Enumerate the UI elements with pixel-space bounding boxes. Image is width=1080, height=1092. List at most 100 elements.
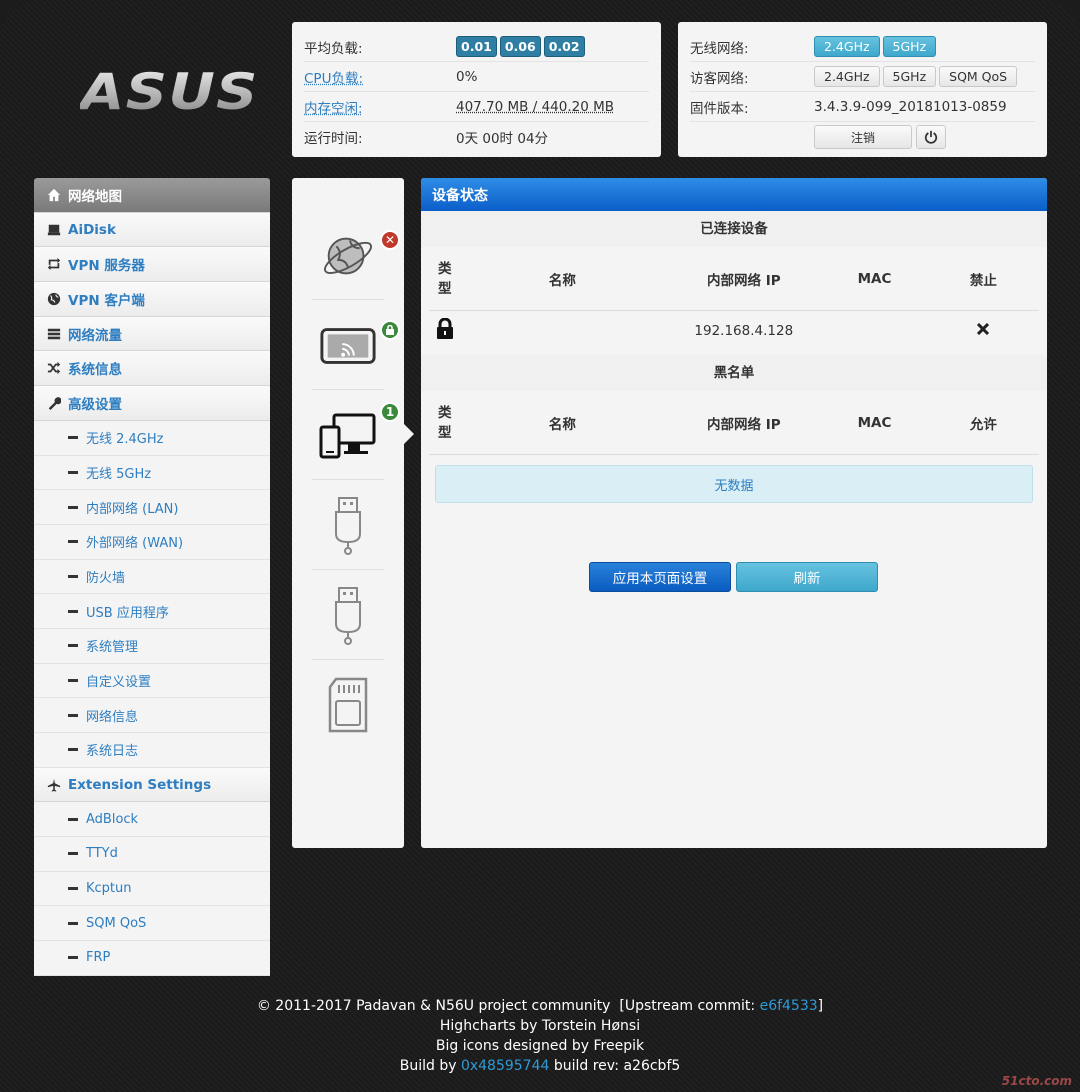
usb1-status-cell[interactable] bbox=[312, 482, 384, 570]
guest-label: 访客网络: bbox=[690, 70, 749, 87]
lock-badge-icon bbox=[380, 320, 400, 340]
sidebar-sub-sqm-qos[interactable]: SQM QoS bbox=[34, 906, 270, 942]
sidebar-sub-usb-apps[interactable]: USB 应用程序 bbox=[34, 594, 270, 629]
guest-24ghz-button[interactable]: 2.4GHz bbox=[814, 66, 880, 87]
sidebar-item-aidisk[interactable]: AiDisk bbox=[34, 212, 270, 248]
sidebar-item-network-map[interactable]: 网络地图 bbox=[34, 178, 270, 213]
sidebar-item-label: 网络地图 bbox=[68, 188, 122, 205]
device-ip: 192.168.4.128 bbox=[694, 323, 794, 339]
sub-label: 防火墙 bbox=[86, 570, 126, 586]
uptime-row: 运行时间: 0天 00时 04分 bbox=[304, 122, 649, 152]
column-ban: 禁止 bbox=[969, 272, 997, 289]
upstream-text: [Upstream commit: bbox=[619, 998, 760, 1014]
sidebar-sub-lan[interactable]: 内部网络 (LAN) bbox=[34, 490, 270, 525]
column-ip: 内部网络 IP bbox=[707, 416, 781, 433]
sidebar-item-label: 网络流量 bbox=[68, 327, 122, 344]
sidebar-sub-wireless-5[interactable]: 无线 5GHz bbox=[34, 455, 270, 491]
dash-icon bbox=[68, 713, 78, 717]
firmware-label: 固件版本: bbox=[690, 100, 749, 117]
footer-line-highcharts: Highcharts by Torstein Hønsi bbox=[439, 1018, 641, 1034]
sidebar-sub-firewall[interactable]: 防火墙 bbox=[34, 559, 270, 595]
column-type: 类型 bbox=[429, 403, 458, 443]
usb2-status-cell[interactable] bbox=[312, 572, 384, 660]
dash-icon bbox=[68, 817, 78, 821]
column-ip: 内部网络 IP bbox=[707, 272, 781, 289]
apply-settings-button[interactable]: 应用本页面设置 bbox=[589, 562, 731, 592]
sidebar-item-extension-settings[interactable]: Extension Settings bbox=[34, 767, 270, 803]
sidebar-item-traffic[interactable]: 网络流量 bbox=[34, 316, 270, 352]
watermark: 51cto.com bbox=[1001, 1074, 1072, 1088]
dash-icon bbox=[68, 574, 78, 578]
storage-icon bbox=[46, 326, 62, 342]
firmware-version-link[interactable]: 3.4.3.9-099_20181013-0859 bbox=[814, 99, 1035, 115]
sidebar-sub-custom[interactable]: 自定义设置 bbox=[34, 663, 270, 699]
wireless-5ghz-button[interactable]: 5GHz bbox=[882, 36, 937, 57]
cpu-link[interactable]: CPU负载: bbox=[304, 67, 456, 87]
connected-table-header: 类型 名称 内部网络 IP MAC 禁止 bbox=[429, 247, 1039, 311]
internet-status-cell[interactable]: ✕ bbox=[312, 212, 400, 300]
dash-icon bbox=[68, 470, 78, 474]
memory-value: 407.70 MB / 440.20 MB bbox=[456, 98, 615, 115]
column-name: 名称 bbox=[548, 416, 576, 433]
firmware-row: 固件版本: 3.4.3.9-099_20181013-0859 bbox=[690, 92, 1035, 122]
wireless-panel: 无线网络: 2.4GHz 5GHz 访客网络: 2.4GHz 5GHz SQM QoS… bbox=[678, 22, 1047, 157]
wireless-24ghz-button[interactable]: 2.4GHz bbox=[814, 36, 880, 57]
sidebar-sub-ttyd[interactable]: TTYd bbox=[34, 837, 270, 872]
sidebar-item-system-info[interactable]: 系统信息 bbox=[34, 351, 270, 387]
column-type-line2: 型 bbox=[438, 424, 452, 441]
computer-devices-icon bbox=[319, 413, 376, 458]
sub-label: FRP bbox=[86, 950, 111, 966]
dash-icon bbox=[68, 505, 78, 509]
sidebar-item-vpn-server[interactable]: VPN 服务器 bbox=[34, 247, 270, 283]
sdcard-status-cell[interactable] bbox=[312, 662, 384, 750]
sidebar-sub-wan[interactable]: 外部网络 (WAN) bbox=[34, 524, 270, 560]
device-status-panel: 设备状态 已连接设备 类型 名称 内部网络 IP MAC 禁止 192.168.… bbox=[421, 178, 1047, 848]
no-data-message: 无数据 bbox=[435, 465, 1033, 503]
disk-icon bbox=[46, 222, 62, 238]
builder-link[interactable]: 0x48595744 bbox=[461, 1058, 549, 1074]
sidebar-sub-syslog[interactable]: 系统日志 bbox=[34, 733, 270, 768]
usb-icon bbox=[335, 586, 361, 645]
logout-button[interactable]: 注销 bbox=[814, 125, 912, 149]
load-label: 平均负载: bbox=[304, 40, 363, 57]
lock-icon bbox=[429, 317, 458, 344]
sidebar-item-label: VPN 服务器 bbox=[68, 258, 145, 275]
sidebar-sub-adblock[interactable]: AdBlock bbox=[34, 802, 270, 838]
sqm-qos-button[interactable]: SQM QoS bbox=[939, 66, 1018, 87]
guest-5ghz-button[interactable]: 5GHz bbox=[882, 66, 937, 87]
sd-card-icon bbox=[328, 677, 368, 733]
dash-icon bbox=[68, 678, 78, 682]
sidebar-sub-frp[interactable]: FRP bbox=[34, 941, 270, 976]
network-map-icon-column: ✕ 1 bbox=[292, 178, 404, 848]
sub-label: 外部网络 (WAN) bbox=[86, 536, 184, 552]
panel-title: 设备状态 bbox=[421, 178, 1047, 211]
cpu-row: CPU负载: 0% bbox=[304, 62, 649, 92]
sidebar-item-label: 系统信息 bbox=[68, 362, 122, 379]
sidebar-item-vpn-client[interactable]: VPN 客户端 bbox=[34, 282, 270, 317]
sidebar-sub-kcptun[interactable]: Kcptun bbox=[34, 871, 270, 907]
upstream-commit-link[interactable]: e6f4533 bbox=[760, 998, 818, 1014]
connected-devices-title: 已连接设备 bbox=[421, 211, 1047, 247]
router-status-cell[interactable] bbox=[312, 302, 400, 390]
blacklist-table-header: 类型 名称 内部网络 IP MAC 允许 bbox=[429, 391, 1039, 455]
footer: © 2011-2017 Padavan & N56U project commu… bbox=[0, 996, 1080, 1076]
sidebar-sub-admin[interactable]: 系统管理 bbox=[34, 628, 270, 664]
column-mac: MAC bbox=[857, 414, 892, 431]
sidebar-sub-wireless-24[interactable]: 无线 2.4GHz bbox=[34, 420, 270, 456]
sidebar-item-advanced[interactable]: 高级设置 bbox=[34, 386, 270, 421]
power-button[interactable] bbox=[916, 125, 946, 149]
plane-icon bbox=[46, 777, 62, 793]
clients-status-cell[interactable]: 1 bbox=[312, 392, 400, 480]
ban-device-icon[interactable] bbox=[928, 322, 1039, 339]
column-mac: MAC bbox=[857, 270, 892, 287]
uptime-value: 0天 00时 04分 bbox=[456, 131, 549, 147]
dash-icon bbox=[68, 609, 78, 613]
sub-label: 系统日志 bbox=[86, 744, 139, 760]
refresh-button[interactable]: 刷新 bbox=[736, 562, 878, 592]
load-5min: 0.06 bbox=[499, 36, 541, 57]
memory-link[interactable]: 内存空闲: bbox=[304, 97, 456, 117]
sub-label: 无线 2.4GHz bbox=[86, 432, 164, 448]
sub-label: AdBlock bbox=[86, 811, 139, 827]
clients-count-badge: 1 bbox=[380, 402, 400, 422]
sidebar-sub-netinfo[interactable]: 网络信息 bbox=[34, 698, 270, 733]
